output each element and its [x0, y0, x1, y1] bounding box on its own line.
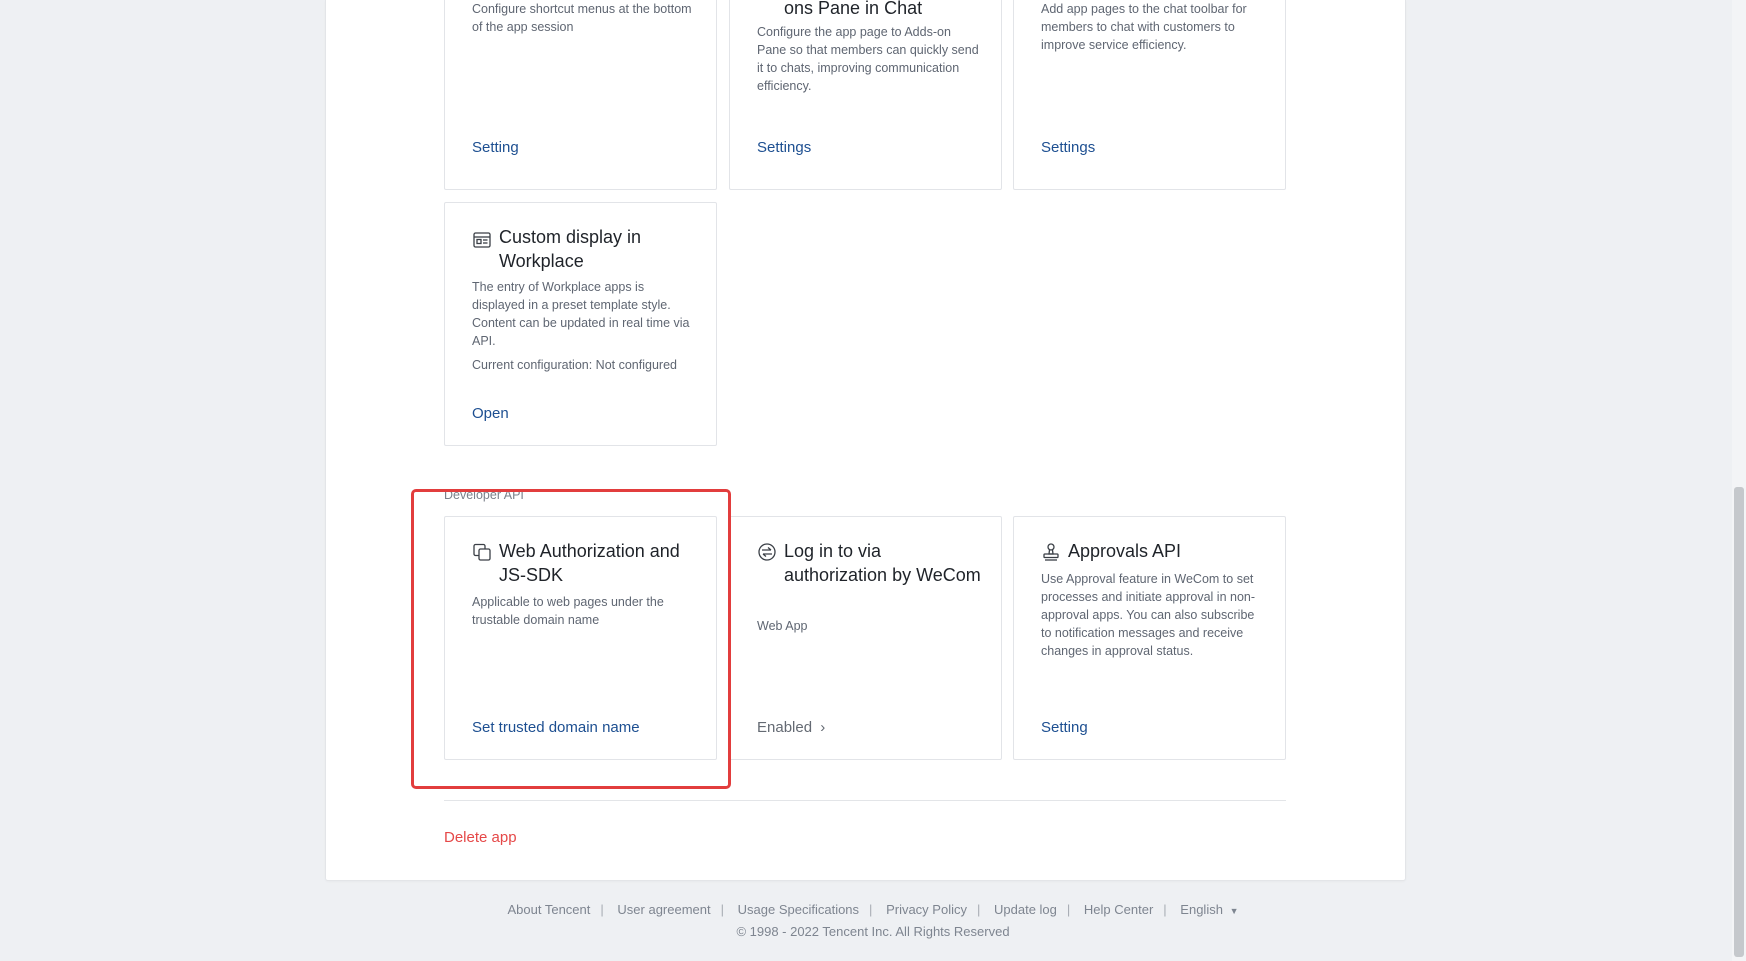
chevron-right-icon: ›	[820, 719, 826, 736]
footer-link-update-log[interactable]: Update log	[994, 902, 1057, 917]
layout-icon	[473, 232, 491, 248]
scrollbar-thumb[interactable]	[1734, 487, 1744, 957]
card-desc: Configure shortcut menus at the bottom o…	[472, 2, 692, 34]
card-title: Approvals API	[1068, 541, 1182, 561]
card-title: Custom display in Workplace	[499, 227, 642, 271]
section-developer-api-label: Developer API	[444, 488, 524, 502]
card-title: Log in to via authorization by WeCom	[784, 541, 981, 585]
language-selector[interactable]: English ▼	[1180, 902, 1238, 917]
footer-link-about[interactable]: About Tencent	[508, 902, 591, 917]
footer-link-help[interactable]: Help Center	[1084, 902, 1153, 917]
scrollbar-track[interactable]	[1732, 0, 1746, 961]
stamp-icon	[1043, 543, 1059, 561]
approvals-api-setting-link[interactable]: Setting	[1041, 719, 1088, 736]
enabled-label: Enabled	[757, 719, 813, 736]
footer-link-privacy[interactable]: Privacy Policy	[886, 902, 967, 917]
card-desc: The entry of Workplace apps is displayed…	[472, 280, 690, 348]
card-adds-on-pane: ons Pane in Chat Configure the app page …	[729, 0, 1002, 190]
card-desc: Web App	[757, 619, 808, 633]
card-shortcut-menu: Configure shortcut menus at the bottom o…	[444, 0, 717, 190]
config-status: Current configuration: Not configured	[472, 358, 677, 372]
card-desc: Configure the app page to Adds-on Pane s…	[757, 25, 979, 93]
footer-link-usage[interactable]: Usage Specifications	[738, 902, 859, 917]
footer-links: About Tencent | User agreement | Usage Spe…	[507, 902, 1239, 917]
adds-on-pane-settings-link[interactable]: Settings	[757, 139, 811, 156]
login-wecom-enabled-link[interactable]: Enabled ›	[757, 719, 825, 736]
login-circle-icon	[758, 543, 776, 561]
card-approvals-api: Approvals API Use Approval feature in We…	[1013, 516, 1286, 760]
caret-down-icon: ▼	[1229, 906, 1239, 916]
card-custom-display: Custom display in Workplace The entry of…	[444, 202, 717, 446]
footer-link-user-agreement[interactable]: User agreement	[617, 902, 710, 917]
card-chat-toolbar: Add app pages to the chat toolbar for me…	[1013, 0, 1286, 190]
card-title: Web Authorization and JS-SDK	[499, 541, 680, 585]
set-trusted-domain-link[interactable]: Set trusted domain name	[472, 719, 640, 736]
card-desc: Add app pages to the chat toolbar for me…	[1041, 2, 1247, 52]
card-title: ons Pane in Chat	[784, 0, 923, 18]
card-login-wecom: Log in to via authorization by WeCom Web…	[729, 516, 1002, 760]
card-web-authorization: Web Authorization and JS-SDK Applicable …	[444, 516, 717, 760]
copy-window-icon	[473, 543, 491, 561]
delete-app-button[interactable]: Delete app	[444, 829, 517, 846]
divider	[444, 800, 1286, 801]
copyright: © 1998 - 2022 Tencent Inc. All Rights Re…	[736, 924, 1010, 939]
card-desc: Use Approval feature in WeCom to set pro…	[1041, 572, 1256, 658]
language-label: English	[1180, 902, 1223, 917]
card-desc: Applicable to web pages under the trusta…	[472, 595, 664, 627]
custom-display-open-link[interactable]: Open	[472, 405, 509, 422]
chat-toolbar-settings-link[interactable]: Settings	[1041, 139, 1095, 156]
shortcut-menu-setting-link[interactable]: Setting	[472, 139, 519, 156]
